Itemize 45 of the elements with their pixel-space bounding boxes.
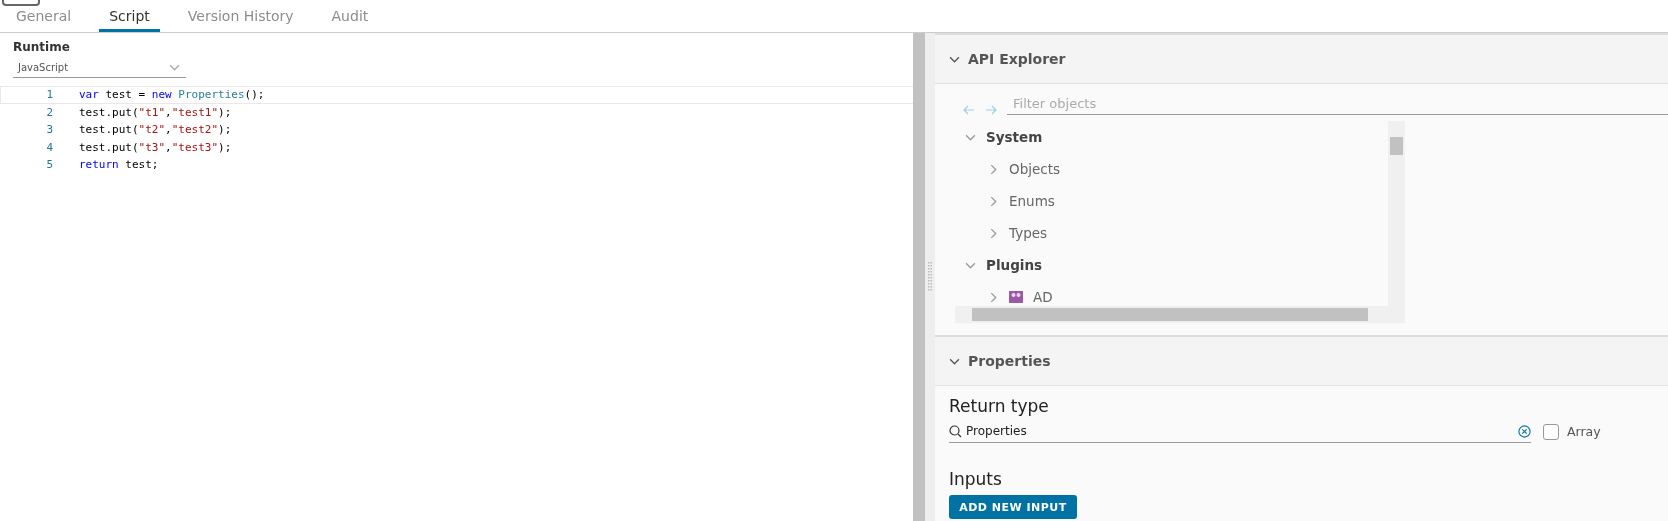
clear-icon[interactable] bbox=[1518, 424, 1531, 438]
code-line: var test = new Properties(); bbox=[79, 88, 265, 102]
filter-field[interactable]: Filter objects bbox=[1007, 92, 1668, 115]
chevron-right-icon bbox=[988, 291, 999, 303]
chevron-right-icon bbox=[988, 227, 999, 239]
array-checkbox[interactable] bbox=[1543, 423, 1559, 440]
chevron-down-icon bbox=[169, 62, 180, 73]
tree-item[interactable]: Plugins bbox=[955, 249, 1388, 281]
inputs-label: Inputs bbox=[949, 469, 1003, 489]
chevron-right-icon bbox=[988, 195, 999, 207]
forward-arrow-icon[interactable] bbox=[985, 105, 997, 115]
tree-item[interactable]: Types bbox=[955, 217, 1388, 249]
line-number: 4 bbox=[45, 140, 54, 154]
window-icon bbox=[2, 0, 42, 6]
code-line: test.put("t3","test3"); bbox=[79, 140, 232, 154]
array-label: Array bbox=[1567, 424, 1601, 439]
code-editor[interactable]: 1 var test = new Properties(); 2 test.put("t1","test1"); 3 test.put("t2","test2"); 4 test.put("t3","test3"); 5 return test; bbox=[0, 86, 913, 521]
people-icon bbox=[1009, 291, 1023, 303]
line-number: 1 bbox=[45, 88, 54, 102]
code-line: test.put("t2","test2"); bbox=[79, 123, 232, 137]
line-number: 2 bbox=[45, 105, 54, 119]
tab[interactable]: Version History bbox=[177, 8, 304, 32]
chevron-right-icon bbox=[988, 163, 999, 175]
tree-item[interactable]: Objects bbox=[955, 153, 1388, 185]
tab[interactable]: General bbox=[6, 8, 82, 32]
scrollbar[interactable] bbox=[913, 33, 925, 521]
return-type-field[interactable]: Properties bbox=[949, 420, 1531, 443]
section-header[interactable]: API Explorer bbox=[935, 33, 1668, 84]
tab[interactable]: Audit bbox=[321, 8, 379, 32]
runtime-label: Runtime bbox=[12, 39, 71, 54]
back-arrow-icon[interactable] bbox=[963, 105, 975, 115]
return-type-label: Return type bbox=[949, 396, 1050, 416]
line-number: 5 bbox=[45, 158, 54, 172]
tree-item[interactable]: Enums bbox=[955, 185, 1388, 217]
search-icon bbox=[949, 424, 962, 438]
line-number: 3 bbox=[45, 123, 54, 137]
tree-item[interactable]: AD bbox=[955, 281, 1388, 306]
code-line: return test; bbox=[79, 158, 159, 172]
add-input-button[interactable]: ADD NEW INPUT bbox=[949, 495, 1077, 519]
tree-item[interactable]: System bbox=[955, 121, 1388, 153]
grip-icon bbox=[928, 262, 932, 292]
runtime-select[interactable]: JavaScript bbox=[13, 58, 186, 78]
splitter-handle[interactable] bbox=[925, 33, 935, 521]
code-line: test.put("t1","test1"); bbox=[79, 105, 232, 119]
section-header[interactable]: Properties bbox=[935, 335, 1668, 386]
